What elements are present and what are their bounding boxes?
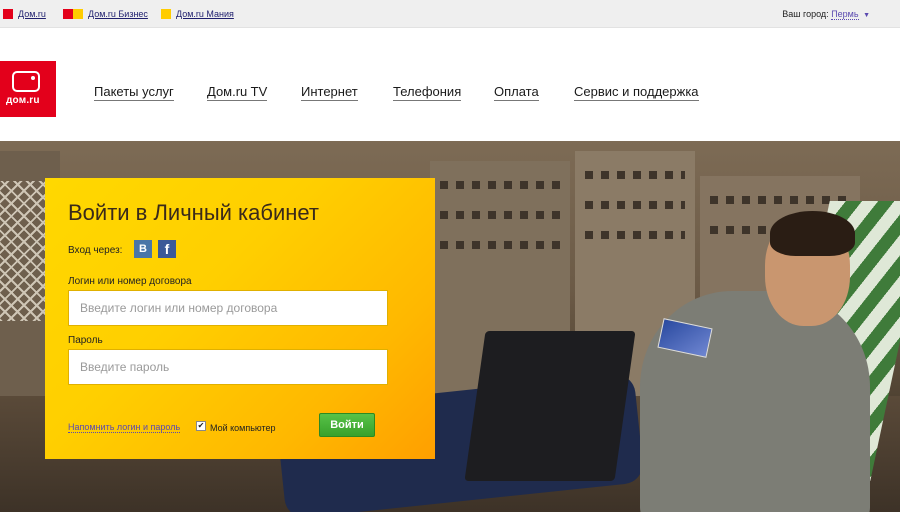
social-login-label: Вход через: [68, 245, 123, 256]
password-input[interactable] [68, 349, 388, 385]
hammock-net-left [0, 181, 48, 321]
domru-square-icon [3, 9, 13, 19]
login-field-label: Логин или номер договора [68, 276, 192, 287]
vk-icon[interactable]: В [134, 240, 152, 258]
login-title: Войти в Личный кабинет [68, 200, 319, 225]
login-button[interactable]: Войти [319, 413, 375, 437]
remember-checkbox[interactable]: ✔ [196, 421, 206, 431]
mania-square-icon [161, 9, 171, 19]
windows [585, 231, 685, 239]
nav-tv[interactable]: Дом.ru TV [207, 84, 268, 101]
logo-text: дом.ru [6, 95, 40, 106]
tv-logo-icon [12, 71, 40, 92]
person-hair [770, 211, 855, 256]
top-link-business-label[interactable]: Дом.ru Бизнес [88, 9, 148, 19]
login-panel: Войти в Личный кабинет Вход через: В f Л… [45, 178, 435, 459]
remind-credentials-link[interactable]: Напомнить логин и пароль [68, 422, 181, 433]
remember-label: Мой компьютер [210, 423, 276, 433]
logo[interactable]: дом.ru [0, 61, 56, 117]
site-header: дом.ru Пакеты услуг Дом.ru TV Интернет Т… [0, 29, 900, 141]
windows [585, 201, 685, 209]
nav-telephony[interactable]: Телефония [393, 84, 462, 101]
nav-support[interactable]: Сервис и поддержка [574, 84, 699, 101]
city-selector: Ваш город: Пермь ▼ [782, 9, 870, 20]
city-label: Ваш город: [782, 9, 829, 19]
nav-packages[interactable]: Пакеты услуг [94, 84, 174, 101]
password-field-label: Пароль [68, 335, 103, 346]
top-bar: Дом.ru Дом.ru Бизнес Дом.ru Мания Ваш го… [0, 0, 900, 28]
windows [440, 241, 560, 249]
top-link-business[interactable]: Дом.ru Бизнес [63, 9, 148, 19]
business-square-icon [63, 9, 83, 19]
windows [585, 171, 685, 179]
nav-internet[interactable]: Интернет [301, 84, 358, 101]
top-link-mania-label[interactable]: Дом.ru Мания [176, 9, 234, 19]
top-link-domru-label[interactable]: Дом.ru [18, 9, 46, 19]
windows [440, 181, 560, 189]
login-input[interactable] [68, 290, 388, 326]
nav-payment[interactable]: Оплата [494, 84, 539, 101]
laptop [464, 331, 636, 481]
top-link-mania[interactable]: Дом.ru Мания [161, 9, 234, 19]
windows [440, 211, 560, 219]
city-name-link[interactable]: Пермь [831, 9, 859, 20]
caret-down-icon[interactable]: ▼ [863, 12, 870, 19]
top-link-domru[interactable]: Дом.ru [3, 9, 46, 19]
facebook-icon[interactable]: f [158, 240, 176, 258]
